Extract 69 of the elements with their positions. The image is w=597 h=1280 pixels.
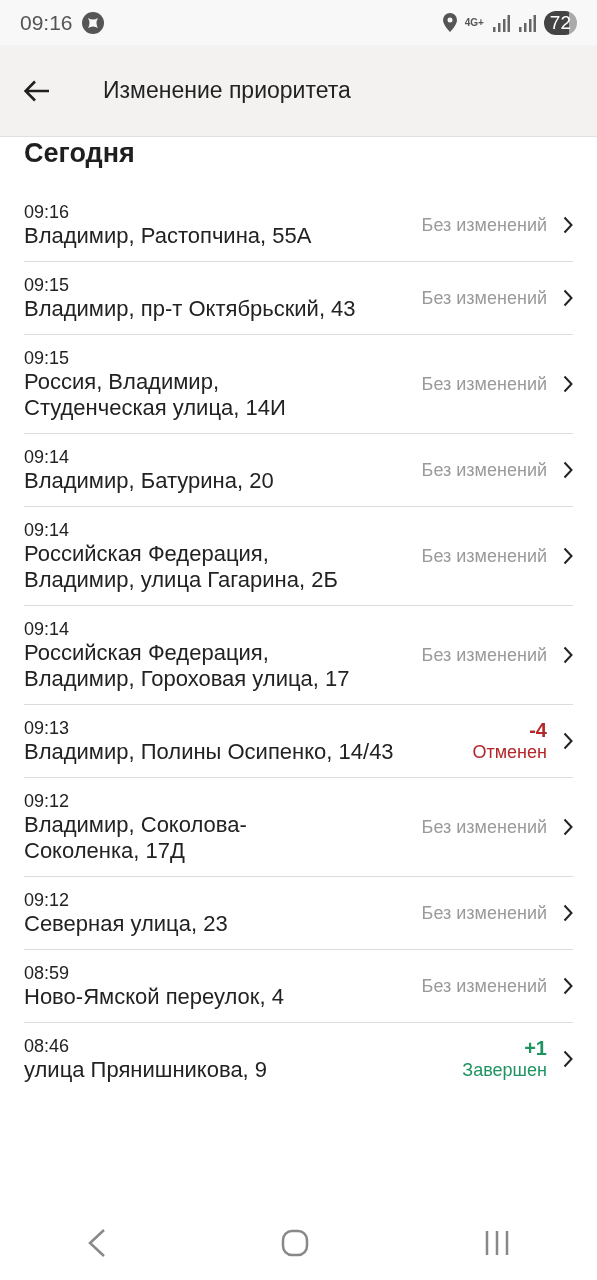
entry-status: Без изменений	[421, 214, 547, 236]
priority-change: +1	[524, 1037, 547, 1059]
entry-address: Владимир, Батурина, 20	[24, 468, 275, 494]
entry-time: 08:59	[24, 962, 71, 984]
entry-status: Без изменений	[421, 644, 547, 666]
chevron-icon	[563, 547, 573, 565]
entry-address: Российская Федерация, Владимир, улица Гагарина, 2Б	[24, 541, 339, 593]
entry-address: Россия, Владимир, Студенческая улица, 14И	[24, 369, 287, 421]
recent-apps-icon[interactable]	[483, 1229, 510, 1256]
chevron-icon	[563, 461, 573, 479]
back-button[interactable]	[24, 79, 50, 102]
entry-status: Без изменений	[421, 287, 547, 309]
location-icon	[442, 13, 457, 32]
entry-status: Без изменений	[421, 373, 547, 395]
clock-time: 09:16	[20, 9, 73, 36]
entry-time: 09:12	[24, 790, 71, 812]
entry-address: Владимир, Соколова- Соколенка, 17Д	[24, 812, 248, 864]
entry-status: Завершен	[462, 1059, 547, 1081]
chevron-icon	[563, 289, 573, 307]
chevron-icon	[563, 375, 573, 393]
chevron-icon	[563, 216, 573, 234]
screen-title: Изменение приоритета	[103, 76, 351, 106]
chevron-icon	[563, 904, 573, 922]
signal-icon	[491, 13, 510, 32]
history-entry[interactable]: 09:15 Россия, Владимир, Студенческая улица, 14И Без изменений	[24, 335, 573, 434]
entry-time: 08:46	[24, 1035, 71, 1057]
entry-address: Владимир, Растопчина, 55А	[24, 223, 313, 249]
home-nav-icon[interactable]	[281, 1228, 310, 1257]
history-entry[interactable]: 08:59 Ново-Ямской переулок, 4 Без изменений	[24, 950, 573, 1023]
app-notification-icon	[80, 10, 105, 35]
entry-address: Северная улица, 23	[24, 911, 229, 937]
history-entry[interactable]: 09:15 Владимир, пр-т Октябрьский, 43 Без изменений	[24, 262, 573, 335]
history-entry[interactable]: 09:12 Владимир, Соколова- Соколенка, 17Д Без изменений	[24, 778, 573, 877]
entry-time: 09:14	[24, 446, 71, 468]
entry-address: Ново-Ямской переулок, 4	[24, 984, 285, 1010]
history-entry[interactable]: 09:12 Северная улица, 23 Без изменений	[24, 877, 573, 950]
entry-status: Без изменений	[421, 545, 547, 567]
signal-icon	[517, 13, 536, 32]
entry-address: улица Прянишникова, 9	[24, 1057, 269, 1083]
entry-time: 09:15	[24, 274, 71, 296]
history-entry[interactable]: 09:14 Российская Федерация, Владимир, Гороховая улица, 17 Без изменений	[24, 606, 573, 705]
chevron-icon	[563, 818, 573, 836]
entry-time: 09:13	[24, 717, 71, 739]
entry-status: Отменен	[472, 741, 547, 763]
entry-status: Без изменений	[421, 459, 547, 481]
chevron-icon	[563, 646, 573, 664]
entry-address: Владимир, Полины Осипенко, 14/43	[24, 739, 395, 765]
entry-status: Без изменений	[421, 902, 547, 924]
entry-time: 09:15	[24, 347, 71, 369]
chevron-icon	[563, 1050, 573, 1068]
entry-address: Владимир, пр-т Октябрьский, 43	[24, 296, 357, 322]
entry-address: Российская Федерация, Владимир, Гороховая улица, 17	[24, 640, 351, 692]
entry-time: 09:14	[24, 519, 71, 541]
history-entry[interactable]: 08:46 улица Прянишникова, 9 +1 Завершен	[24, 1023, 573, 1095]
entry-status: Без изменений	[421, 975, 547, 997]
entry-status: Без изменений	[421, 816, 547, 838]
priority-change: -4	[529, 719, 547, 741]
history-entry[interactable]: 09:14 Владимир, Батурина, 20 Без изменений	[24, 434, 573, 507]
entry-time: 09:12	[24, 889, 71, 911]
history-entry[interactable]: 09:13 Владимир, Полины Осипенко, 14/43 -4 Отменен	[24, 705, 573, 778]
network-type-label: 4G+	[464, 16, 484, 30]
battery-indicator: 72	[543, 10, 577, 35]
entry-time: 09:14	[24, 618, 71, 640]
entry-time: 09:16	[24, 201, 71, 223]
chevron-icon	[563, 732, 573, 750]
chevron-icon	[563, 977, 573, 995]
history-entry[interactable]: 09:16 Владимир, Растопчина, 55А Без изменений	[24, 189, 573, 262]
history-entry[interactable]: 09:14 Российская Федерация, Владимир, улица Гагарина, 2Б Без изменений	[24, 507, 573, 606]
section-heading: Сегодня	[24, 137, 136, 170]
